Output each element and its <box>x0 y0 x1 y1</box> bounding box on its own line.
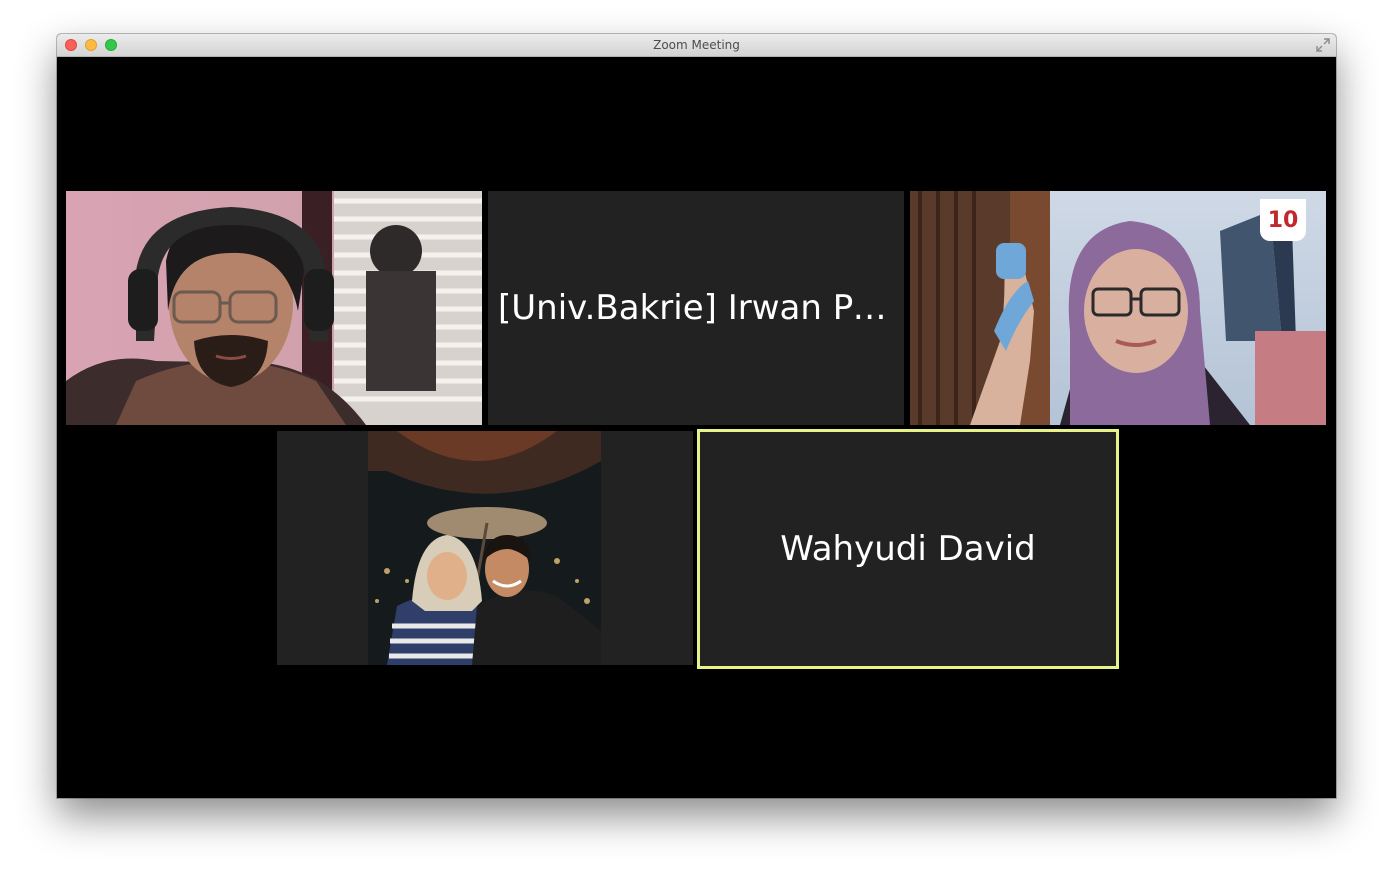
participant-video-1[interactable] <box>66 191 482 425</box>
window-title: Zoom Meeting <box>653 38 740 52</box>
participant-tile-5[interactable]: Wahyudi David <box>697 429 1119 669</box>
participant-tile-2[interactable]: [Univ.Bakrie] Irwan Pr… <box>488 191 904 425</box>
participant-video-image <box>66 191 482 425</box>
participant-name: [Univ.Bakrie] Irwan Pr… <box>498 288 901 328</box>
fullscreen-icon[interactable] <box>1316 38 1330 52</box>
participant-video-image <box>277 431 693 665</box>
participant-video-4[interactable] <box>277 431 693 665</box>
title-bar[interactable]: Zoom Meeting <box>57 34 1336 57</box>
event-logo: 10 <box>1260 199 1306 241</box>
zoom-window: Zoom Meeting [Univ.Bakrie] Irwan Pr… 10 … <box>57 34 1336 798</box>
participant-video-3[interactable]: 10 <box>910 191 1326 425</box>
gallery-view: [Univ.Bakrie] Irwan Pr… 10 Wahyudi David <box>57 57 1336 798</box>
participant-name: Wahyudi David <box>780 529 1036 569</box>
